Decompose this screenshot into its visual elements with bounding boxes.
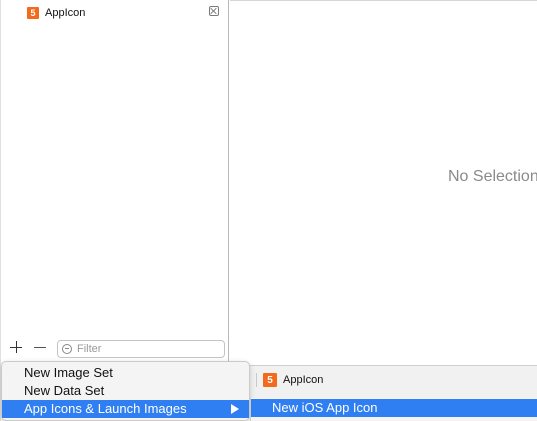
asset-item-label: AppIcon bbox=[45, 7, 86, 19]
editor-tab-appicon[interactable]: 5 AppIcon bbox=[256, 371, 323, 389]
tab-divider bbox=[256, 373, 257, 387]
no-selection-label: No Selection bbox=[448, 168, 537, 185]
submenu-arrow-icon bbox=[231, 404, 239, 414]
asset-editor: No Selection bbox=[230, 1, 537, 365]
menu-item-new-ios-app-icon[interactable]: New iOS App Icon bbox=[251, 399, 537, 417]
asset-navigator: 5 AppIcon Filter bbox=[0, 0, 229, 421]
navigator-bottom-bar: Filter bbox=[2, 340, 229, 362]
app-icons-submenu: New iOS App Icon bbox=[250, 398, 537, 421]
add-icon[interactable] bbox=[10, 341, 24, 355]
asset-item-appicon[interactable]: 5 AppIcon bbox=[27, 5, 85, 21]
app-icon-set-icon: 5 bbox=[263, 373, 277, 387]
menu-item-new-data-set[interactable]: New Data Set bbox=[2, 382, 249, 400]
app-icon-set-icon: 5 bbox=[27, 7, 39, 19]
menu-item-new-image-set[interactable]: New Image Set bbox=[2, 364, 249, 382]
editor-tab-label: AppIcon bbox=[283, 374, 324, 386]
filter-placeholder: Filter bbox=[77, 343, 102, 355]
menu-item-label: App Icons & Launch Images bbox=[24, 401, 187, 416]
filter-input[interactable]: Filter bbox=[57, 340, 225, 358]
filter-icon bbox=[62, 344, 72, 354]
add-asset-context-menu: New Image Set New Data Set App Icons & L… bbox=[1, 361, 250, 421]
close-icon[interactable] bbox=[209, 6, 219, 16]
remove-icon[interactable] bbox=[34, 341, 48, 355]
menu-item-app-icons-launch-images[interactable]: App Icons & Launch Images bbox=[2, 400, 249, 418]
